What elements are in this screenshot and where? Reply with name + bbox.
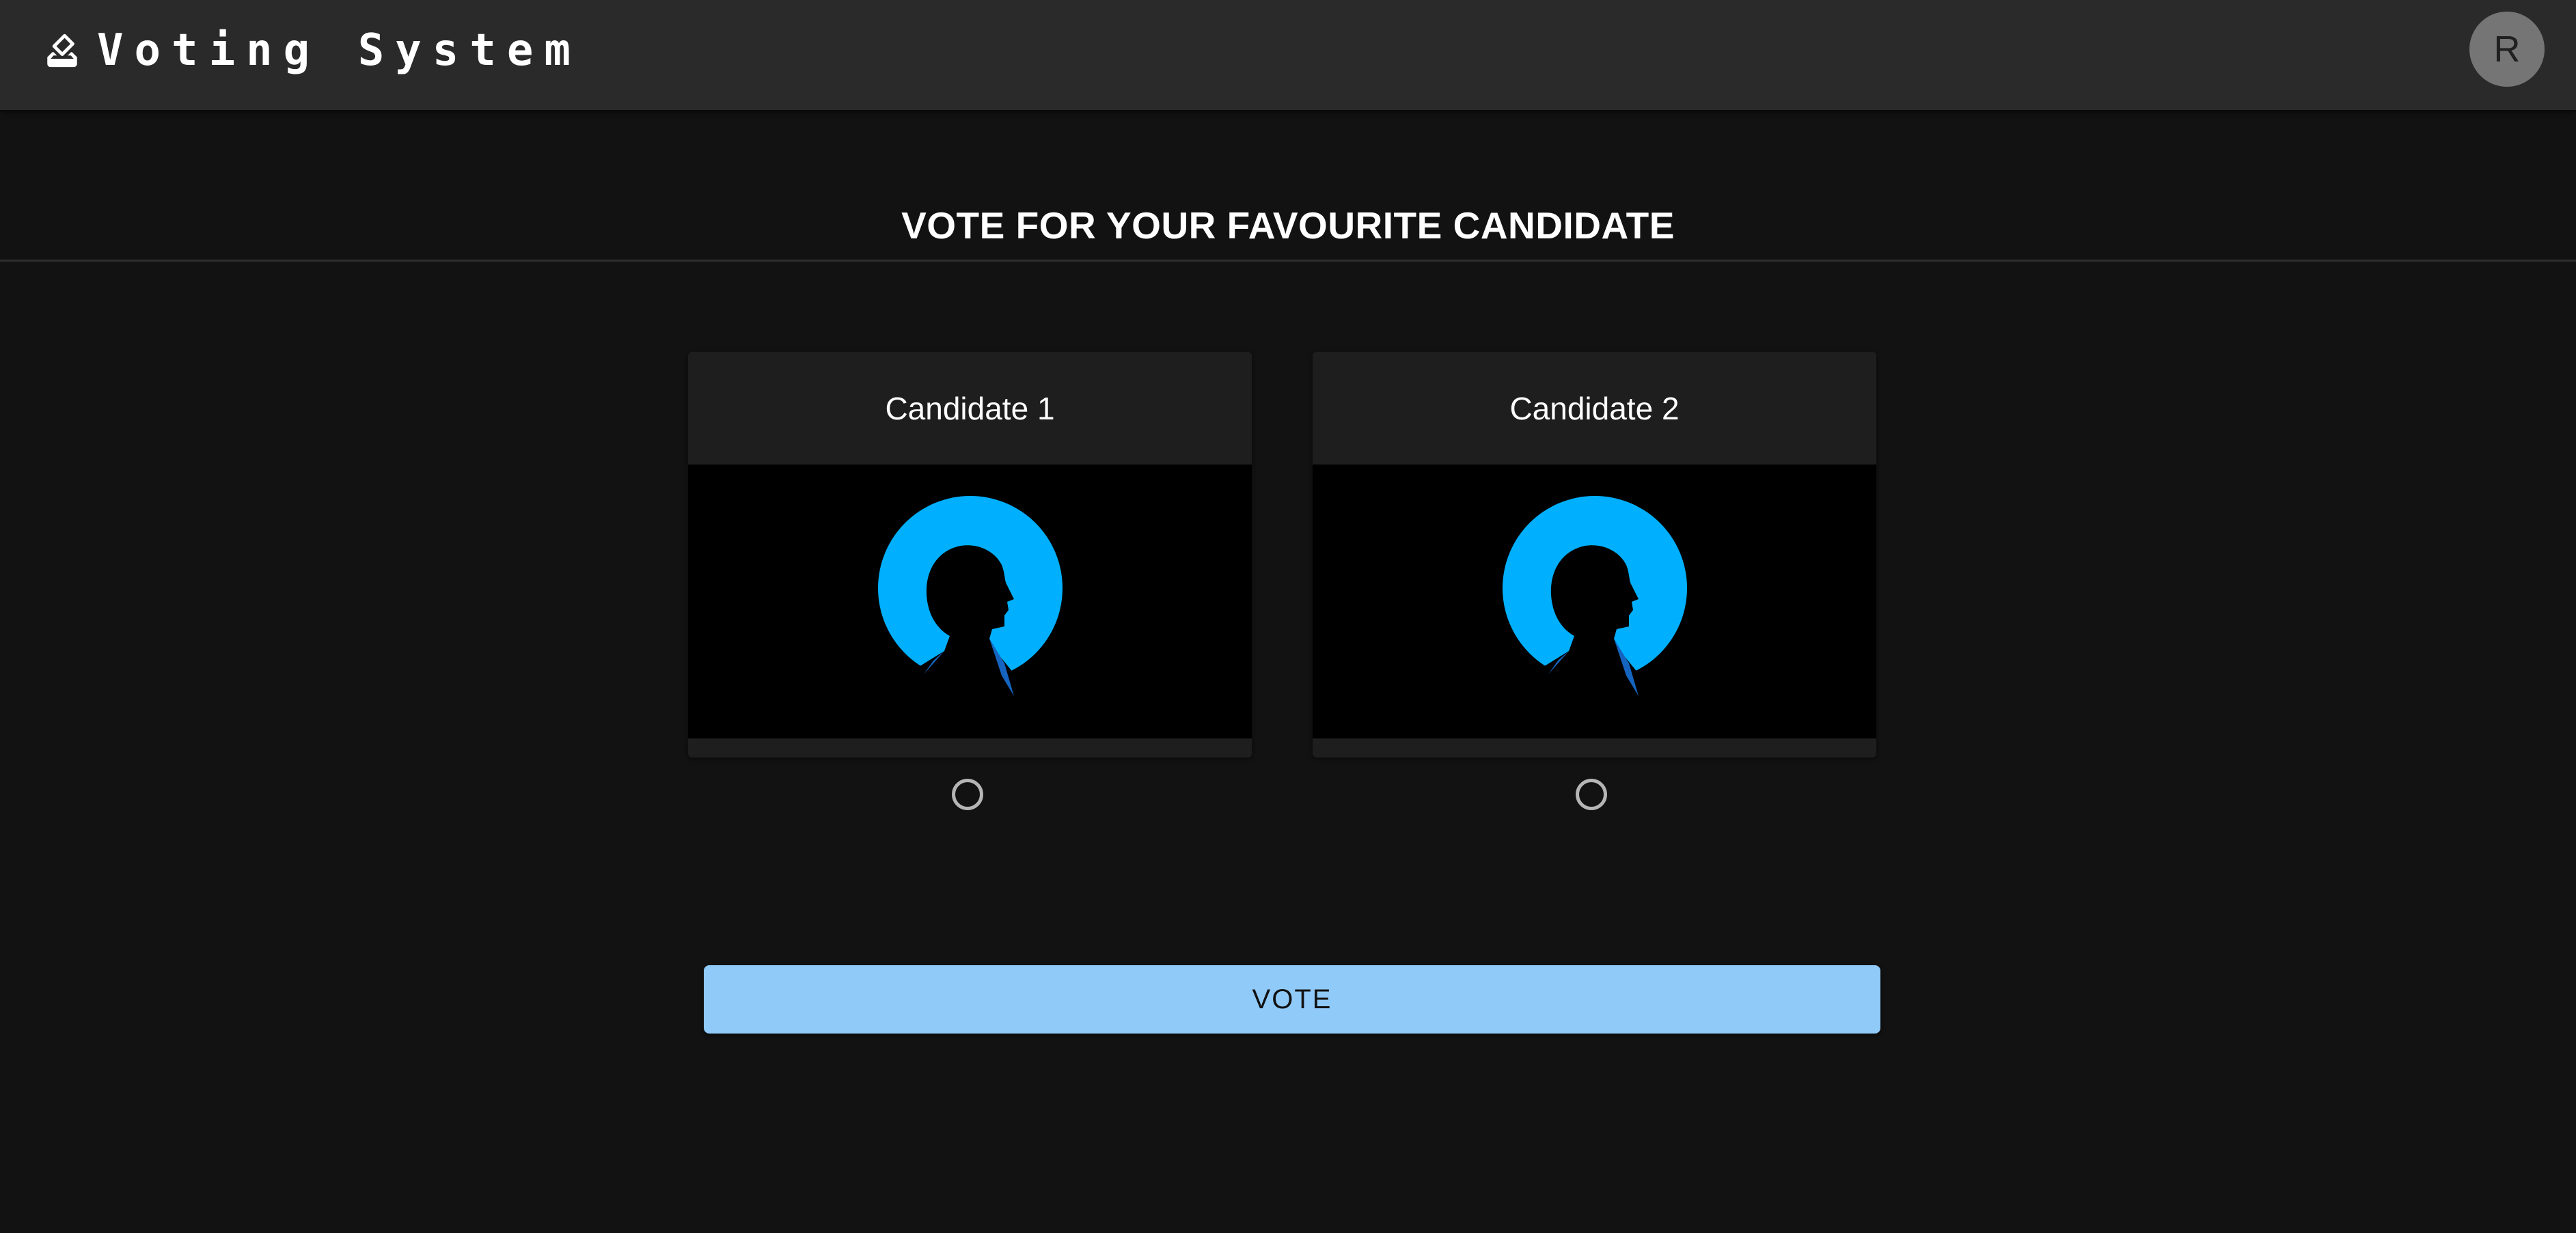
candidate-card-1: Candidate 1 — [688, 352, 1252, 758]
ballot-box-icon — [47, 33, 77, 68]
person-silhouette-icon — [877, 495, 1063, 701]
brand: Voting System — [42, 25, 581, 77]
candidate-1-radio[interactable] — [952, 779, 983, 810]
candidate-image — [1313, 465, 1876, 738]
app-bar: Voting System R — [0, 0, 2576, 110]
user-avatar[interactable]: R — [2469, 12, 2545, 87]
app-title: Voting System — [97, 25, 581, 76]
candidate-image — [688, 465, 1252, 738]
page-title: VOTE FOR YOUR FAVOURITE CANDIDATE — [901, 204, 1675, 247]
title-divider — [0, 260, 2576, 262]
candidate-card-2: Candidate 2 — [1313, 352, 1876, 758]
candidate-2-radio[interactable] — [1576, 779, 1607, 810]
candidate-name: Candidate 1 — [885, 390, 1055, 426]
person-silhouette-icon — [1502, 495, 1687, 701]
candidate-name: Candidate 2 — [1509, 390, 1680, 426]
vote-button[interactable]: VOTE — [704, 965, 1880, 1034]
